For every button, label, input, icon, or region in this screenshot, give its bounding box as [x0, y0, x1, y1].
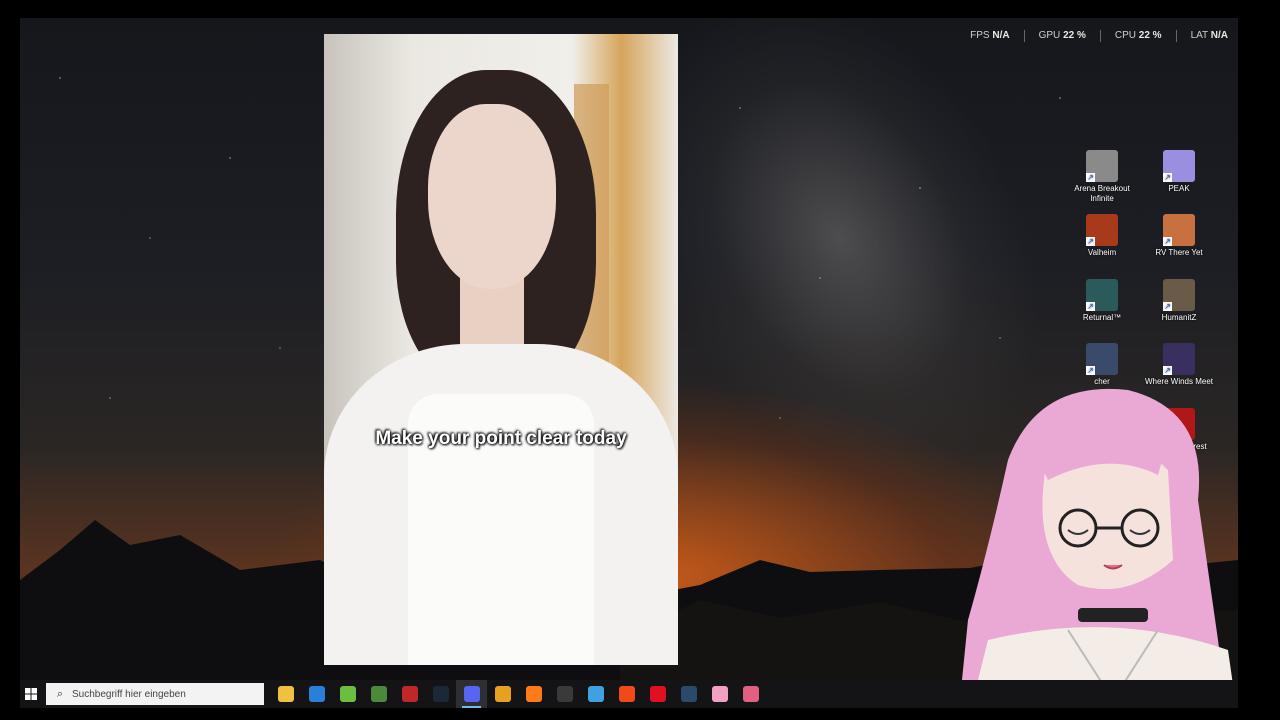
firefox-icon	[525, 686, 542, 702]
where-winds-meet-icon: ↗	[1163, 343, 1195, 376]
desktop-shortcut-label: Returnal™	[1082, 312, 1122, 322]
shortcut-arrow-icon: ↗	[1163, 366, 1172, 376]
start-button[interactable]	[20, 680, 42, 708]
file-explorer-icon	[277, 686, 294, 702]
gpu-stat: GPU 22 %	[1038, 30, 1086, 41]
steam-icon	[432, 686, 449, 702]
taskbar-app-button[interactable]	[611, 680, 642, 708]
microsoft-store-icon	[308, 686, 325, 702]
desktop-shortcut-label: RV There Yet	[1155, 248, 1203, 258]
taskbar-app-button[interactable]	[332, 680, 363, 708]
opera-icon	[649, 686, 666, 702]
android-app-icon	[339, 686, 356, 702]
obs-icon	[556, 686, 573, 702]
taskbar-app-button[interactable]	[456, 680, 487, 708]
shortcut-arrow-icon: ↗	[1163, 301, 1172, 311]
overlay-divider	[1023, 30, 1025, 42]
desktop-shortcut[interactable]: ↗ PEAK	[1139, 150, 1219, 194]
taskbar-app-button[interactable]	[704, 680, 735, 708]
shortcut-arrow-icon: ↗	[1163, 237, 1172, 247]
shortcut-arrow-icon: ↗	[1086, 366, 1095, 376]
steam-2-icon	[680, 686, 697, 702]
taskbar-app-button[interactable]	[549, 680, 580, 708]
desktop-shortcut-label: Arena Breakout Infinite	[1074, 184, 1130, 203]
vtuber-avatar	[959, 388, 1237, 708]
taskbar: ⌕ Suchbegriff hier eingeben	[20, 680, 1238, 708]
shortcut-arrow-icon: ↗	[1086, 301, 1095, 311]
performance-overlay: FPS N/A GPU 22 % CPU 22 % LAT N/A	[970, 30, 1228, 42]
taskbar-app-button[interactable]	[270, 680, 301, 708]
humanitz-icon: ↗	[1163, 278, 1195, 311]
desktop-shortcut[interactable]: ↗ Valheim	[1062, 214, 1142, 258]
battlenet-game-icon	[401, 686, 418, 702]
shortcut-arrow-icon: ↗	[1163, 173, 1172, 182]
discord-icon	[463, 686, 480, 702]
taskbar-app-button[interactable]	[518, 680, 549, 708]
overlay-divider	[1099, 30, 1101, 42]
peak-icon: ↗	[1163, 150, 1195, 182]
chrome-icon	[494, 686, 511, 702]
taskbar-app-button[interactable]	[425, 680, 456, 708]
valheim-icon: ↗	[1086, 214, 1118, 247]
taskbar-app-button[interactable]	[301, 680, 332, 708]
shortcut-arrow-icon: ↗	[1086, 173, 1095, 182]
taskbar-app-button[interactable]	[487, 680, 518, 708]
taskbar-search-box[interactable]: ⌕ Suchbegriff hier eingeben	[46, 683, 264, 705]
desktop-shortcut-label: Valheim	[1087, 248, 1117, 258]
pink-cable-icon	[742, 686, 759, 702]
desktop-shortcut-label: PEAK	[1168, 184, 1190, 193]
desktop-shortcut[interactable]: ↗ Arena Breakout Infinite	[1062, 150, 1142, 204]
abi-icon: ↗	[1086, 150, 1118, 182]
desktop-shortcut[interactable]: ↗ Returnal™	[1062, 278, 1142, 323]
taskbar-app-button[interactable]	[735, 680, 766, 708]
person-face	[428, 104, 556, 289]
video-player[interactable]: Make your point clear today	[324, 34, 678, 665]
rv-there-yet-icon: ↗	[1163, 214, 1195, 247]
desktop-shortcut[interactable]: ↗ HumanitZ	[1139, 278, 1219, 323]
latency-stat: LAT N/A	[1190, 30, 1228, 41]
minecraft-icon	[370, 686, 387, 702]
shortcut-arrow-icon: ↗	[1086, 237, 1095, 247]
search-placeholder: Suchbegriff hier eingeben	[72, 688, 186, 700]
launcher-icon: ↗	[1086, 343, 1118, 376]
taskbar-pinned-apps	[270, 680, 766, 708]
video-caption: Make your point clear today	[375, 428, 627, 449]
desktop: FPS N/A GPU 22 % CPU 22 % LAT N/A Make y…	[20, 18, 1238, 708]
taskbar-app-button[interactable]	[363, 680, 394, 708]
desktop-shortcut-label: HumanitZ	[1161, 312, 1197, 322]
taskbar-app-button[interactable]	[642, 680, 673, 708]
fps-stat: FPS N/A	[970, 30, 1010, 41]
cpu-stat: CPU 22 %	[1114, 30, 1162, 41]
search-icon: ⌕	[56, 687, 64, 700]
returnal-icon: ↗	[1086, 278, 1118, 311]
pink-app-icon	[711, 686, 728, 702]
taskbar-app-button[interactable]	[580, 680, 611, 708]
taskbar-app-button[interactable]	[673, 680, 704, 708]
taskbar-app-button[interactable]	[394, 680, 425, 708]
brave-icon	[618, 686, 635, 702]
app-blue-icon	[587, 686, 604, 702]
desktop-shortcut[interactable]: ↗ RV There Yet	[1139, 214, 1219, 258]
windows-logo-icon	[25, 688, 37, 700]
overlay-divider	[1175, 30, 1177, 42]
